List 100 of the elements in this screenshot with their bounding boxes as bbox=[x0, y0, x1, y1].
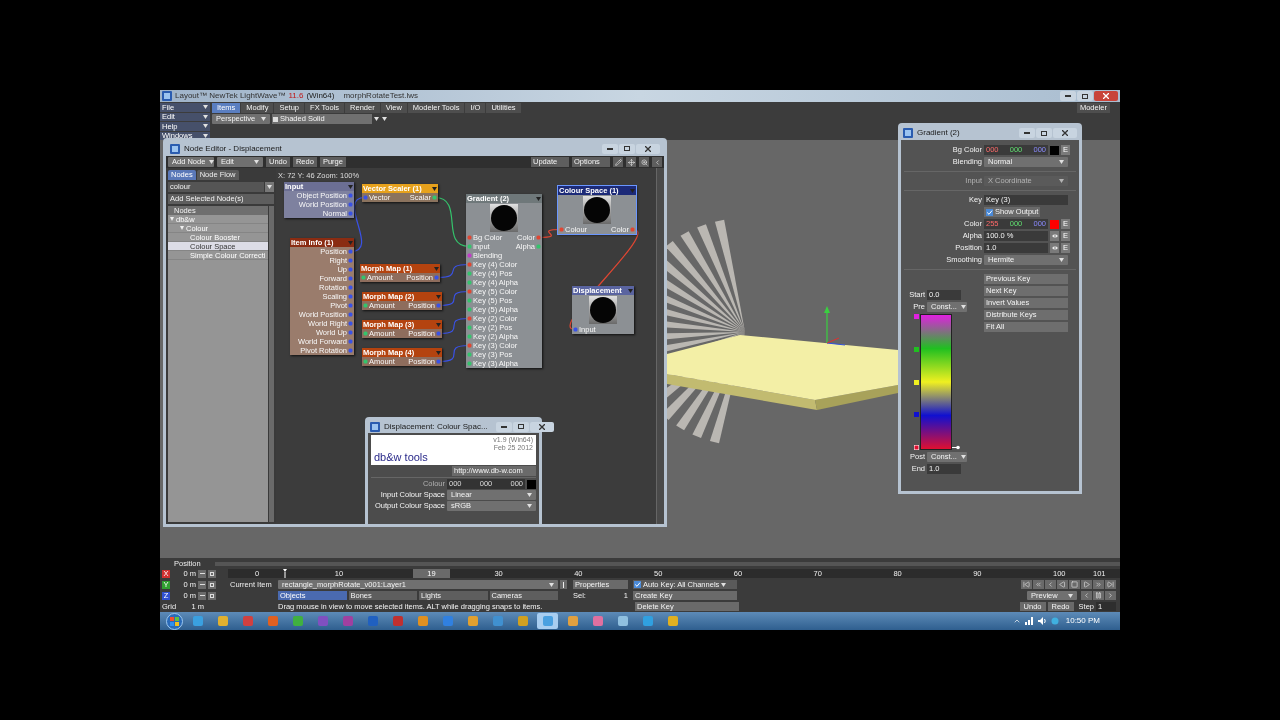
key-marker[interactable] bbox=[914, 445, 919, 450]
caret-icon bbox=[436, 322, 441, 327]
caret-icon bbox=[527, 504, 532, 508]
pause-button[interactable] bbox=[1093, 591, 1104, 600]
app-icon bbox=[667, 616, 678, 626]
previous-frame-button[interactable] bbox=[1045, 580, 1056, 589]
close-icon bbox=[645, 145, 651, 152]
arrows-icon bbox=[1051, 246, 1058, 250]
app-icon bbox=[342, 616, 353, 626]
start-button[interactable] bbox=[166, 612, 183, 630]
tray-app-icon[interactable] bbox=[1050, 617, 1059, 625]
app-icon bbox=[617, 616, 628, 626]
play-button[interactable] bbox=[1081, 580, 1092, 589]
version-number: 11.6 bbox=[288, 90, 304, 102]
previous-key-button[interactable] bbox=[1033, 580, 1044, 589]
close-button[interactable] bbox=[636, 143, 660, 154]
stop-button[interactable] bbox=[1069, 580, 1080, 589]
caret-icon bbox=[549, 582, 554, 587]
caret-icon bbox=[209, 160, 215, 164]
collapse-button[interactable] bbox=[652, 157, 662, 167]
app-name: Layout™ NewTek LightWave™ bbox=[175, 90, 286, 102]
pan-tool-button[interactable] bbox=[626, 157, 636, 167]
minimize-icon bbox=[1024, 132, 1030, 134]
caret-icon bbox=[1059, 258, 1064, 262]
color-swatch[interactable] bbox=[1050, 145, 1059, 155]
pencil-icon bbox=[614, 158, 622, 166]
move-icon bbox=[627, 158, 635, 166]
skip-back-icon bbox=[1023, 581, 1030, 588]
logo-text: db&w tools bbox=[374, 452, 428, 463]
close-button[interactable] bbox=[1094, 91, 1118, 101]
caret-icon bbox=[348, 184, 353, 189]
node-card[interactable] bbox=[466, 194, 542, 368]
minimize-button[interactable] bbox=[1060, 91, 1076, 101]
chevron-left-icon bbox=[653, 158, 661, 166]
bar-icon bbox=[562, 581, 565, 588]
spinner-button[interactable] bbox=[1050, 243, 1059, 253]
app-icon bbox=[417, 616, 428, 626]
next-key-button[interactable] bbox=[1093, 580, 1104, 589]
zoom-tool-button[interactable] bbox=[639, 157, 649, 167]
taskbar-app-button[interactable] bbox=[537, 613, 558, 629]
caret-icon bbox=[1059, 160, 1064, 164]
first-frame-button[interactable] bbox=[1021, 580, 1032, 589]
show-hidden-icons-icon[interactable] bbox=[1012, 617, 1021, 625]
window-icon bbox=[903, 128, 913, 138]
caret-icon bbox=[960, 455, 966, 459]
app-icon bbox=[192, 616, 203, 626]
last-frame-button[interactable] bbox=[1105, 580, 1116, 589]
minimize-button[interactable] bbox=[1019, 128, 1035, 138]
minimize-icon bbox=[500, 425, 507, 428]
maximize-button[interactable] bbox=[512, 421, 529, 432]
minimize-button[interactable] bbox=[495, 421, 512, 432]
color-swatch[interactable] bbox=[1050, 219, 1059, 229]
expanded-triangle-icon bbox=[180, 226, 184, 230]
chevron-right-icon bbox=[1107, 592, 1114, 599]
step-forward-button[interactable] bbox=[1105, 591, 1116, 600]
app-icon bbox=[442, 616, 453, 626]
maximize-button[interactable] bbox=[1036, 128, 1052, 138]
pause-icon bbox=[1095, 592, 1102, 599]
caret-icon bbox=[436, 350, 441, 355]
app-icon bbox=[517, 616, 528, 626]
step-back-button[interactable] bbox=[1081, 591, 1092, 600]
double-chevron-right-icon bbox=[1095, 581, 1102, 588]
expanded-triangle-icon bbox=[170, 217, 174, 221]
app-icon bbox=[242, 616, 253, 626]
clock: 10:50 PM bbox=[1065, 615, 1100, 627]
caret-icon bbox=[1059, 179, 1064, 183]
close-button[interactable] bbox=[529, 421, 554, 432]
volume-icon[interactable] bbox=[1037, 617, 1047, 625]
app-icon bbox=[367, 616, 378, 626]
close-button[interactable] bbox=[1053, 128, 1077, 138]
chevron-left-icon bbox=[1047, 581, 1054, 588]
checkmark-icon bbox=[986, 208, 993, 216]
edit-tool-button[interactable] bbox=[613, 157, 623, 167]
play-reverse-button[interactable] bbox=[1057, 580, 1068, 589]
minimize-icon bbox=[1065, 95, 1071, 97]
chevron-left-icon bbox=[1083, 592, 1090, 599]
envelope-icon bbox=[210, 571, 214, 576]
spinner-button[interactable] bbox=[1050, 231, 1059, 241]
view-options-button[interactable] bbox=[382, 114, 388, 124]
item-options-button[interactable] bbox=[560, 580, 567, 589]
maximize-button[interactable] bbox=[619, 143, 635, 154]
link-toggle-button[interactable] bbox=[198, 569, 206, 578]
maximize-button[interactable] bbox=[1077, 91, 1093, 101]
app-icon bbox=[392, 616, 403, 626]
arrows-icon bbox=[1051, 234, 1058, 238]
network-icon[interactable] bbox=[1024, 617, 1034, 625]
dropdown-button[interactable] bbox=[265, 182, 274, 192]
caret-icon bbox=[434, 266, 439, 271]
caret-icon bbox=[436, 294, 441, 299]
window-icon bbox=[162, 91, 172, 101]
view-options-button[interactable] bbox=[374, 114, 380, 124]
key-marker[interactable] bbox=[914, 314, 919, 319]
frame-marker bbox=[283, 569, 287, 578]
app-icon bbox=[567, 616, 578, 626]
selected-key-handle bbox=[952, 445, 960, 450]
caret-icon bbox=[348, 240, 353, 245]
minimize-button[interactable] bbox=[602, 143, 618, 154]
maximize-icon bbox=[624, 146, 630, 151]
link-toggle-button[interactable] bbox=[198, 591, 206, 600]
link-toggle-button[interactable] bbox=[198, 580, 206, 589]
